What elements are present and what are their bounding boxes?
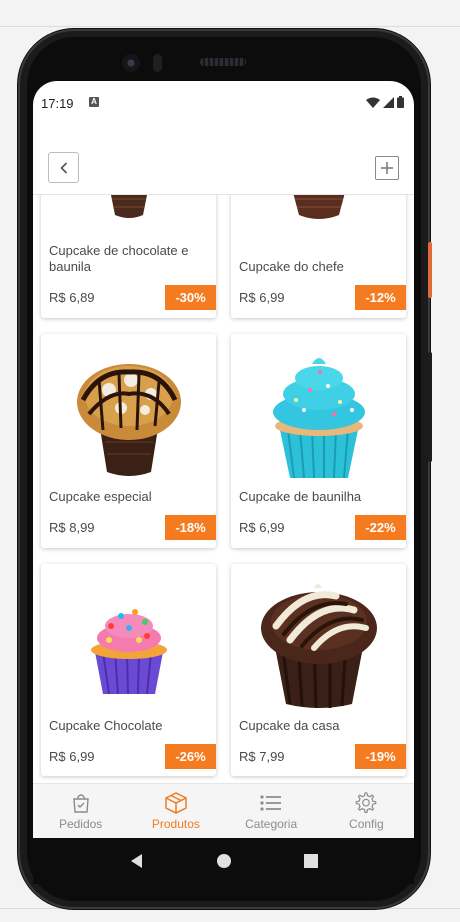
system-navigation-bar (33, 838, 414, 884)
product-image (41, 334, 216, 480)
product-grid: Cupcake de chocolate e baunila R$ 6,89 -… (33, 195, 414, 783)
nav-label: Categoria (245, 817, 298, 831)
shopping-bag-check-icon (72, 794, 89, 813)
product-name: Cupcake especial (49, 489, 152, 504)
earpiece-speaker (200, 58, 246, 66)
product-image (41, 564, 216, 698)
add-product-button[interactable] (375, 156, 399, 180)
discount-badge: -12% (355, 285, 406, 310)
nav-item-config[interactable]: Config (319, 784, 414, 838)
product-card[interactable]: Cupcake da casa R$ 7,99 -19% (231, 564, 406, 776)
signal-icon (383, 96, 394, 108)
list-icon (260, 795, 282, 811)
back-triangle-icon[interactable] (129, 853, 145, 869)
status-time: 17:19 (41, 96, 74, 111)
notification-icon: A (89, 97, 99, 107)
bottom-navigation: Pedidos Produtos Categoria Config (33, 783, 414, 838)
product-name: Cupcake de chocolate e baunila (49, 243, 189, 274)
nav-item-categoria[interactable]: Categoria (224, 784, 319, 838)
power-button (428, 242, 432, 298)
nav-item-produtos[interactable]: Produtos (128, 784, 223, 838)
discount-badge: -30% (165, 285, 216, 310)
product-price: R$ 8,99 (49, 520, 95, 535)
product-name: Cupcake de baunilha (239, 489, 362, 504)
product-card[interactable]: Cupcake do chefe R$ 6,99 -12% (231, 195, 406, 318)
battery-icon (397, 96, 404, 108)
product-card[interactable]: Cupcake Chocolate R$ 6,99 -26% (41, 564, 216, 776)
product-price: R$ 7,99 (239, 749, 285, 764)
status-bar: 17:19 A (33, 81, 414, 125)
wifi-icon (366, 97, 380, 108)
product-price: R$ 6,99 (239, 520, 285, 535)
product-image (231, 334, 406, 480)
product-price: R$ 6,99 (239, 290, 285, 305)
volume-button (428, 352, 432, 462)
product-name: Cupcake Chocolate (49, 718, 163, 733)
discount-badge: -26% (165, 744, 216, 769)
product-image (231, 564, 406, 710)
product-name: Cupcake da casa (239, 718, 340, 733)
box-icon (165, 792, 187, 814)
app-header (33, 125, 414, 195)
status-icons (366, 96, 404, 108)
product-price: R$ 6,99 (49, 749, 95, 764)
nav-label: Pedidos (58, 817, 103, 831)
front-camera (122, 54, 140, 72)
nav-label: Produtos (151, 817, 200, 831)
product-name: Cupcake do chefe (239, 259, 344, 274)
nav-item-pedidos[interactable]: Pedidos (33, 784, 128, 838)
discount-badge: -22% (355, 515, 406, 540)
back-button[interactable] (48, 152, 79, 183)
recents-square-icon[interactable] (303, 853, 319, 869)
product-image (231, 195, 406, 229)
discount-badge: -19% (355, 744, 406, 769)
product-card[interactable]: Cupcake de baunilha R$ 6,99 -22% (231, 334, 406, 548)
product-card[interactable]: Cupcake de chocolate e baunila R$ 6,89 -… (41, 195, 216, 318)
proximity-sensor (153, 54, 162, 72)
plus-square-icon (381, 162, 393, 174)
product-card[interactable]: Cupcake especial R$ 8,99 -18% (41, 334, 216, 548)
discount-badge: -18% (165, 515, 216, 540)
top-divider (0, 26, 460, 27)
app-screen: 17:19 A Cupcake de chocolate e baunila R… (33, 81, 414, 838)
product-price: R$ 6,89 (49, 290, 95, 305)
home-circle-icon[interactable] (216, 853, 232, 869)
gear-icon (356, 792, 377, 813)
product-image (41, 195, 216, 229)
nav-label: Config (349, 817, 384, 831)
chevron-left-icon (59, 161, 67, 174)
